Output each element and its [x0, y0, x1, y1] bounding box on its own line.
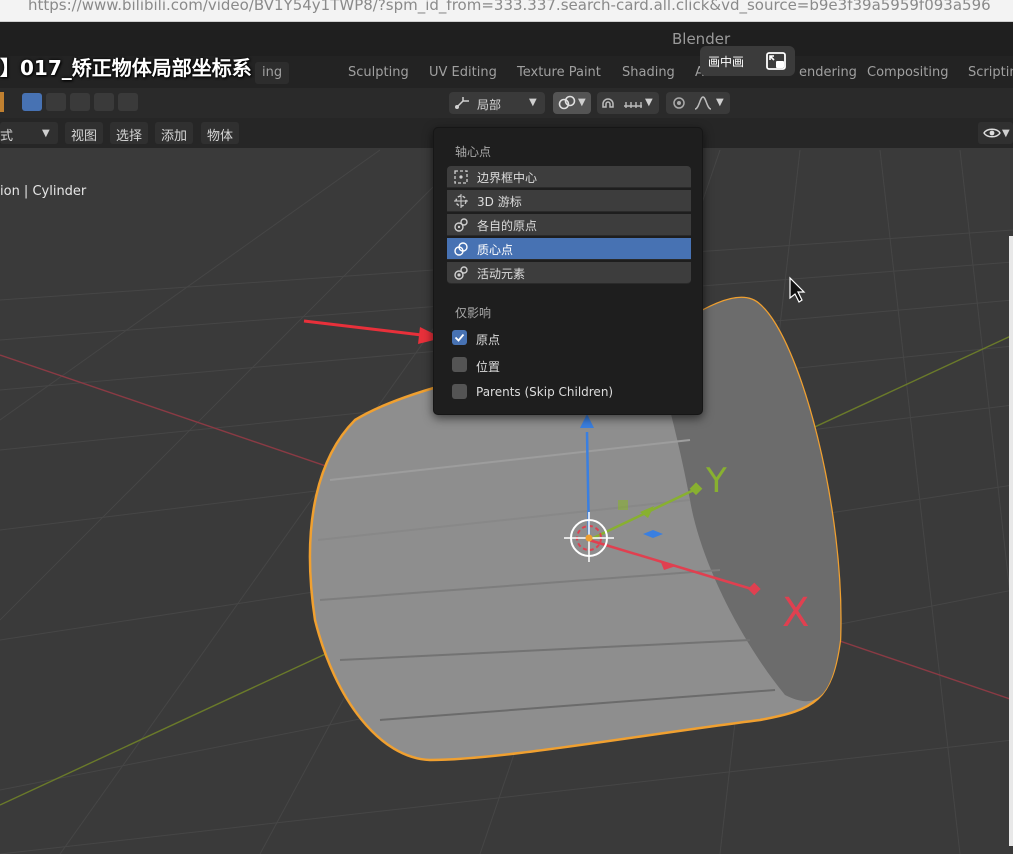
- proportional-editing[interactable]: ▼: [666, 92, 730, 114]
- affect-only-heading: 仅影响: [455, 306, 492, 320]
- picture-in-picture-button[interactable]: 画中画: [700, 46, 795, 76]
- orientation-icon: [455, 97, 469, 109]
- pivot-link-icon: [558, 95, 576, 110]
- select-mode-extend-button[interactable]: [46, 93, 66, 111]
- y-axis-label: Y: [705, 461, 727, 501]
- affect-parents-checkbox[interactable]: [452, 384, 467, 399]
- affect-locations-checkbox[interactable]: [452, 357, 467, 372]
- affect-origins-checkbox[interactable]: [452, 330, 467, 345]
- orientation-label: 局部: [477, 98, 502, 112]
- proportional-editing-icon: [673, 97, 685, 109]
- active-element-icon: [454, 266, 468, 280]
- pivot-option-median-point[interactable]: 质心点: [447, 238, 691, 260]
- affect-only-locations-row[interactable]: 位置: [434, 353, 702, 377]
- pivot-option-active-element[interactable]: 活动元素: [447, 262, 691, 284]
- individual-origins-icon: [454, 218, 468, 232]
- tab-scripting[interactable]: Scriptin: [961, 62, 1013, 84]
- median-point-icon: [454, 242, 468, 256]
- window-title-bar: Blender: [0, 22, 1013, 56]
- affect-locations-label: 位置: [476, 360, 501, 374]
- chevron-down-icon: ▼: [578, 97, 586, 108]
- pivot-point-menu: 轴心点 边界框中心 3D 游标 各自的原点 质心点 活动元素 仅影响 原点 位置…: [433, 127, 703, 415]
- object-info-label: ion | Cylinder: [0, 184, 87, 199]
- tab-uv-editing[interactable]: UV Editing: [422, 62, 504, 84]
- pivot-option-bounding-box[interactable]: 边界框中心: [447, 166, 691, 188]
- tab-texture-paint[interactable]: Texture Paint: [510, 62, 608, 84]
- snap-increment-icon: [624, 102, 642, 108]
- menu-select[interactable]: 选择: [110, 122, 149, 144]
- interaction-mode-dropdown[interactable]: 式 ▼: [0, 122, 58, 144]
- tab-sculpting[interactable]: Sculpting: [341, 62, 416, 84]
- screen: https://www.bilibili.com/video/BV1Y54y1T…: [0, 0, 1013, 854]
- chevron-down-icon: ▼: [1002, 128, 1010, 139]
- snap-controls[interactable]: ▼: [597, 92, 659, 114]
- select-mode-subtract-button[interactable]: [70, 93, 90, 111]
- pip-icon: [766, 52, 786, 70]
- pip-label: 画中画: [708, 55, 745, 69]
- falloff-curve-icon: [694, 96, 712, 110]
- pivot-option-label: 各自的原点: [477, 219, 538, 233]
- eye-icon: [983, 128, 1001, 138]
- select-mode-invert-button[interactable]: [94, 93, 114, 111]
- menu-add[interactable]: 添加: [155, 122, 194, 144]
- menu-object[interactable]: 物体: [201, 122, 240, 144]
- plane-handle-xz[interactable]: [618, 500, 628, 510]
- x-axis-label: X: [782, 590, 809, 636]
- chevron-down-icon: ▼: [645, 97, 653, 108]
- tab-shading[interactable]: Shading: [615, 62, 682, 84]
- header-edge-marker: [0, 92, 4, 112]
- checkmark-icon: [454, 333, 465, 342]
- 3d-cursor-icon: [454, 194, 468, 208]
- select-mode-set-button[interactable]: [22, 93, 42, 111]
- browser-url-bar[interactable]: https://www.bilibili.com/video/BV1Y54y1T…: [0, 0, 1013, 22]
- pivot-option-3d-cursor[interactable]: 3D 游标: [447, 190, 691, 212]
- chevron-down-icon: ▼: [42, 128, 50, 139]
- chevron-down-icon: ▼: [716, 97, 724, 108]
- viewport-header: 局部 ▼ ▼ ▼ ▼: [0, 88, 1013, 118]
- viewport-visibility-dropdown[interactable]: ▼: [978, 122, 1013, 144]
- object-origin-dot: [585, 534, 593, 542]
- tab-rendering[interactable]: endering: [792, 62, 864, 84]
- mode-label: 式: [0, 129, 14, 144]
- affect-origins-label: 原点: [476, 333, 501, 347]
- pivot-option-label: 质心点: [477, 243, 514, 257]
- pivot-heading: 轴心点: [455, 145, 492, 159]
- video-title: 】017_矫正物体局部坐标系: [0, 56, 252, 80]
- transform-orientation-dropdown[interactable]: 局部 ▼: [449, 92, 545, 114]
- affect-parents-label: Parents (Skip Children): [476, 385, 614, 399]
- pivot-option-label: 边界框中心: [477, 171, 538, 185]
- pivot-option-label: 活动元素: [477, 267, 526, 281]
- affect-only-origins-row[interactable]: 原点: [434, 326, 702, 350]
- url-text: https://www.bilibili.com/video/BV1Y54y1T…: [28, 0, 991, 14]
- pivot-option-label: 3D 游标: [477, 195, 522, 209]
- bounding-box-center-icon: [454, 170, 468, 184]
- magnet-icon: [602, 98, 614, 108]
- chevron-down-icon: ▼: [529, 97, 537, 108]
- tab-animation[interactable]: ing: [255, 62, 290, 84]
- pivot-point-dropdown[interactable]: ▼: [553, 92, 591, 114]
- affect-only-parents-row[interactable]: Parents (Skip Children): [434, 380, 702, 404]
- select-mode-intersect-button[interactable]: [118, 93, 138, 111]
- right-panel-edge: [1009, 236, 1013, 846]
- pivot-option-individual-origins[interactable]: 各自的原点: [447, 214, 691, 236]
- menu-view[interactable]: 视图: [65, 122, 104, 144]
- tab-compositing[interactable]: Compositing: [860, 62, 956, 84]
